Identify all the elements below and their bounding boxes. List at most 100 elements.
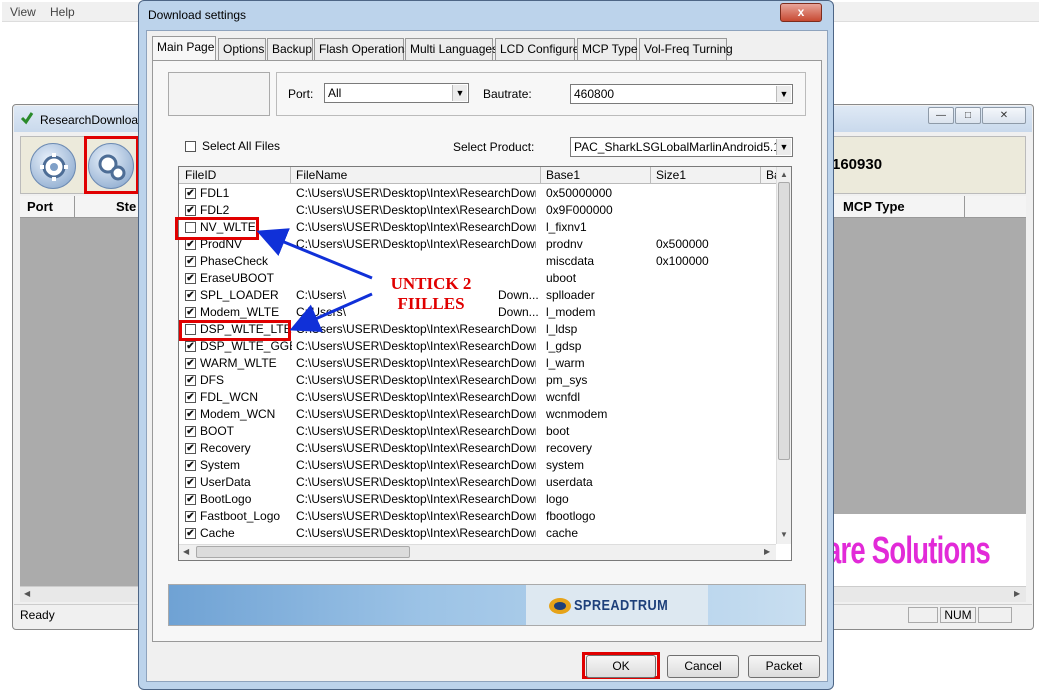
menu-help[interactable]: Help	[50, 5, 75, 19]
file-row[interactable]: ✔ FDL_WCN C:\Users\USER\Desktop\Intex\Rese…	[179, 389, 776, 406]
file-base: 0x50000000	[546, 186, 613, 200]
file-row[interactable]: ✔ FDL2 C:\Users\USER\Desktop\Intex\Researc…	[179, 202, 776, 219]
scroll-down-arrow-icon[interactable]: ▼	[780, 530, 788, 539]
file-row[interactable]: ✔ Cache C:\Users\USER\Desktop\Intex\Resear…	[179, 525, 776, 542]
tab-flash-operations[interactable]: Flash Operations	[314, 38, 410, 60]
file-checkbox[interactable]: ✔	[185, 256, 196, 267]
annotation-line-2: FIILLES	[397, 294, 465, 313]
column-size1[interactable]: Size1	[656, 168, 686, 182]
status-panel	[978, 607, 1012, 623]
menu-view[interactable]: View	[10, 5, 36, 19]
file-name: C:\Users\USER\Desktop\Intex\ResearchDown…	[296, 220, 536, 234]
file-checkbox[interactable]: ✔	[185, 358, 196, 369]
scroll-left-arrow-icon[interactable]: ◀	[24, 589, 30, 598]
file-checkbox[interactable]: ✔	[185, 307, 196, 318]
column-filename[interactable]: FileName	[296, 168, 347, 182]
file-row[interactable]: ✔ DFS C:\Users\USER\Desktop\Intex\Research…	[179, 372, 776, 389]
file-row[interactable]: ✔ BootLogo C:\Users\USER\Desktop\Intex\Res…	[179, 491, 776, 508]
settings-button[interactable]	[88, 143, 134, 189]
file-name: C:\Users\USER\Desktop\Intex\ResearchDown…	[296, 475, 536, 489]
file-row[interactable]: NV_WLTE C:\Users\USER\Desktop\Intex\Resea…	[179, 219, 776, 236]
file-checkbox[interactable]: ✔	[185, 511, 196, 522]
file-checkbox[interactable]: ✔	[185, 392, 196, 403]
file-checkbox[interactable]: ✔	[185, 494, 196, 505]
tab-multi-languages[interactable]: Multi Languages	[405, 38, 498, 60]
file-checkbox[interactable]: ✔	[185, 409, 196, 420]
column-divider	[290, 167, 291, 184]
horizontal-scroll-thumb[interactable]	[196, 546, 410, 558]
column-divider	[760, 167, 761, 184]
file-row[interactable]: ✔ WARM_WLTE C:\Users\USER\Desktop\Intex\Re…	[179, 355, 776, 372]
file-row[interactable]: ✔ Fastboot_Logo C:\Users\USER\Desktop\Inte…	[179, 508, 776, 525]
port-select[interactable]: All ▼	[324, 83, 469, 103]
file-base: uboot	[546, 271, 577, 285]
file-checkbox[interactable]: ✔	[185, 477, 196, 488]
column-fileid[interactable]: FileID	[185, 168, 216, 182]
file-base: userdata	[546, 475, 593, 489]
file-checkbox[interactable]: ✔	[185, 239, 196, 250]
file-row[interactable]: ✔ FDL1 C:\Users\USER\Desktop\Intex\Researc…	[179, 185, 776, 202]
spreadtrum-banner	[168, 584, 806, 626]
scroll-left-arrow-icon[interactable]: ◀	[183, 547, 189, 556]
tab-options[interactable]: Options	[218, 38, 266, 60]
file-id: Recovery	[200, 441, 251, 455]
file-id: System	[200, 458, 241, 472]
file-checkbox[interactable]: ✔	[185, 188, 196, 199]
file-checkbox[interactable]: ✔	[185, 443, 196, 454]
dialog-title: Download settings	[148, 8, 247, 22]
file-name-tail: Down...	[498, 305, 539, 319]
file-checkbox[interactable]: ✔	[185, 290, 196, 301]
file-name-tail: Down...	[498, 288, 539, 302]
info-box	[168, 72, 270, 116]
vertical-scroll-thumb[interactable]	[778, 182, 790, 460]
file-checkbox[interactable]: ✔	[185, 273, 196, 284]
select-all-checkbox[interactable]	[185, 141, 196, 152]
file-base: logo	[546, 492, 569, 506]
file-row[interactable]: ✔ ProdNV C:\Users\USER\Desktop\Intex\Resea…	[179, 236, 776, 253]
file-name: C:\Users\USER\Desktop\Intex\ResearchDown…	[296, 458, 536, 472]
file-base: pm_sys	[546, 373, 588, 387]
dialog-close-button[interactable]: x	[780, 3, 822, 22]
file-checkbox[interactable]: ✔	[185, 460, 196, 471]
file-id: FDL1	[200, 186, 230, 200]
file-checkbox[interactable]: ✔	[185, 205, 196, 216]
file-base: l_warm	[546, 356, 585, 370]
file-row[interactable]: ✔ System C:\Users\USER\Desktop\Intex\Resea…	[179, 457, 776, 474]
maximize-button[interactable]: □	[955, 107, 981, 124]
file-base: boot	[546, 424, 570, 438]
tab-vol-freq-turning[interactable]: Vol-Freq Turning	[639, 38, 733, 60]
file-row[interactable]: ✔ UserData C:\Users\USER\Desktop\Intex\Res…	[179, 474, 776, 491]
minimize-button[interactable]: —	[928, 107, 954, 124]
file-name: C:\Users\USER\Desktop\Intex\ResearchDown…	[296, 441, 536, 455]
file-checkbox[interactable]: ✔	[185, 426, 196, 437]
tab-main-page[interactable]: Main Page	[152, 36, 216, 60]
tab-backup[interactable]: Backup	[267, 38, 313, 60]
header-divider	[964, 196, 965, 218]
cancel-button[interactable]: Cancel	[667, 655, 739, 678]
tab-lcd-configure[interactable]: LCD Configure	[495, 38, 579, 60]
baudrate-select[interactable]: 460800 ▼	[570, 84, 793, 104]
tab-mcp-type[interactable]: MCP Type	[577, 38, 638, 60]
file-name: C:\Users\USER\Desktop\Intex\ResearchDown…	[296, 526, 536, 540]
file-row[interactable]: ✔ Modem_WCN C:\Users\USER\Desktop\Intex\Re…	[179, 406, 776, 423]
file-base: l_ldsp	[546, 322, 578, 336]
product-select[interactable]: PAC_SharkLSGLobalMarlinAndroid5.1 ▼	[570, 137, 793, 157]
scroll-right-arrow-icon[interactable]: ▶	[764, 547, 770, 556]
load-packet-button[interactable]	[30, 143, 76, 189]
file-checkbox[interactable]: ✔	[185, 528, 196, 539]
file-id: DSP_WLTE_GGE	[200, 339, 292, 353]
packet-button[interactable]: Packet	[748, 655, 820, 678]
scroll-right-arrow-icon[interactable]: ▶	[1014, 589, 1020, 598]
file-base: l_gdsp	[546, 339, 582, 353]
column-base1[interactable]: Base1	[546, 168, 580, 182]
scroll-up-arrow-icon[interactable]: ▲	[780, 170, 788, 179]
file-checkbox[interactable]: ✔	[185, 341, 196, 352]
ok-button[interactable]: OK	[586, 655, 656, 678]
file-id: Modem_WCN	[200, 407, 276, 421]
file-row[interactable]: ✔ BOOT C:\Users\USER\Desktop\Intex\Researc…	[179, 423, 776, 440]
file-id: Modem_WLTE	[200, 305, 280, 319]
file-row[interactable]: ✔ Recovery C:\Users\USER\Desktop\Intex\Res…	[179, 440, 776, 457]
file-id: Cache	[200, 526, 235, 540]
file-checkbox[interactable]: ✔	[185, 375, 196, 386]
close-button[interactable]: ✕	[982, 107, 1026, 124]
